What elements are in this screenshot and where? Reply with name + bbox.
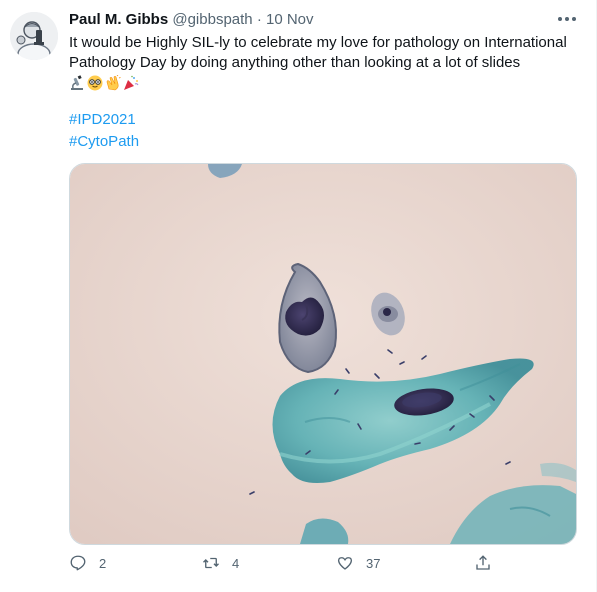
reply-button[interactable]: 2 [69, 554, 106, 572]
tweet: Paul M. Gibbs @gibbspath · 10 Nov It wou… [0, 0, 597, 592]
share-button[interactable] [474, 554, 492, 572]
retweet-count: 4 [232, 555, 240, 571]
nerd-face-icon [87, 75, 103, 91]
party-popper-icon [123, 75, 139, 91]
tweet-actions: 2 4 37 [69, 554, 519, 576]
like-count: 37 [366, 555, 381, 571]
hashtag-ipd2021[interactable]: #IPD2021 [69, 110, 136, 130]
retweet-icon [203, 557, 219, 569]
like-button[interactable]: 37 [336, 554, 380, 572]
tweet-photo[interactable] [69, 163, 577, 545]
tweet-date[interactable]: 10 Nov [266, 11, 314, 28]
emoji-row [69, 74, 139, 91]
separator-dot: · [256, 11, 262, 28]
reply-count: 2 [99, 555, 107, 571]
avatar[interactable] [10, 12, 58, 60]
tweet-text: It would be Highly SIL-ly to celebrate m… [69, 34, 567, 71]
display-name[interactable]: Paul M. Gibbs [69, 11, 168, 28]
hashtag-cytopath[interactable]: #CytoPath [69, 132, 139, 152]
reply-icon [70, 555, 86, 571]
more-options-icon[interactable] [556, 10, 578, 28]
user-handle[interactable]: @gibbspath [172, 11, 252, 28]
share-icon [476, 555, 490, 570]
tweet-header: Paul M. Gibbs @gibbspath · 10 Nov [69, 10, 314, 30]
clapping-hands-icon [105, 74, 121, 91]
heart-icon [337, 557, 353, 570]
microscope-icon [69, 75, 85, 91]
retweet-button[interactable]: 4 [202, 554, 239, 572]
